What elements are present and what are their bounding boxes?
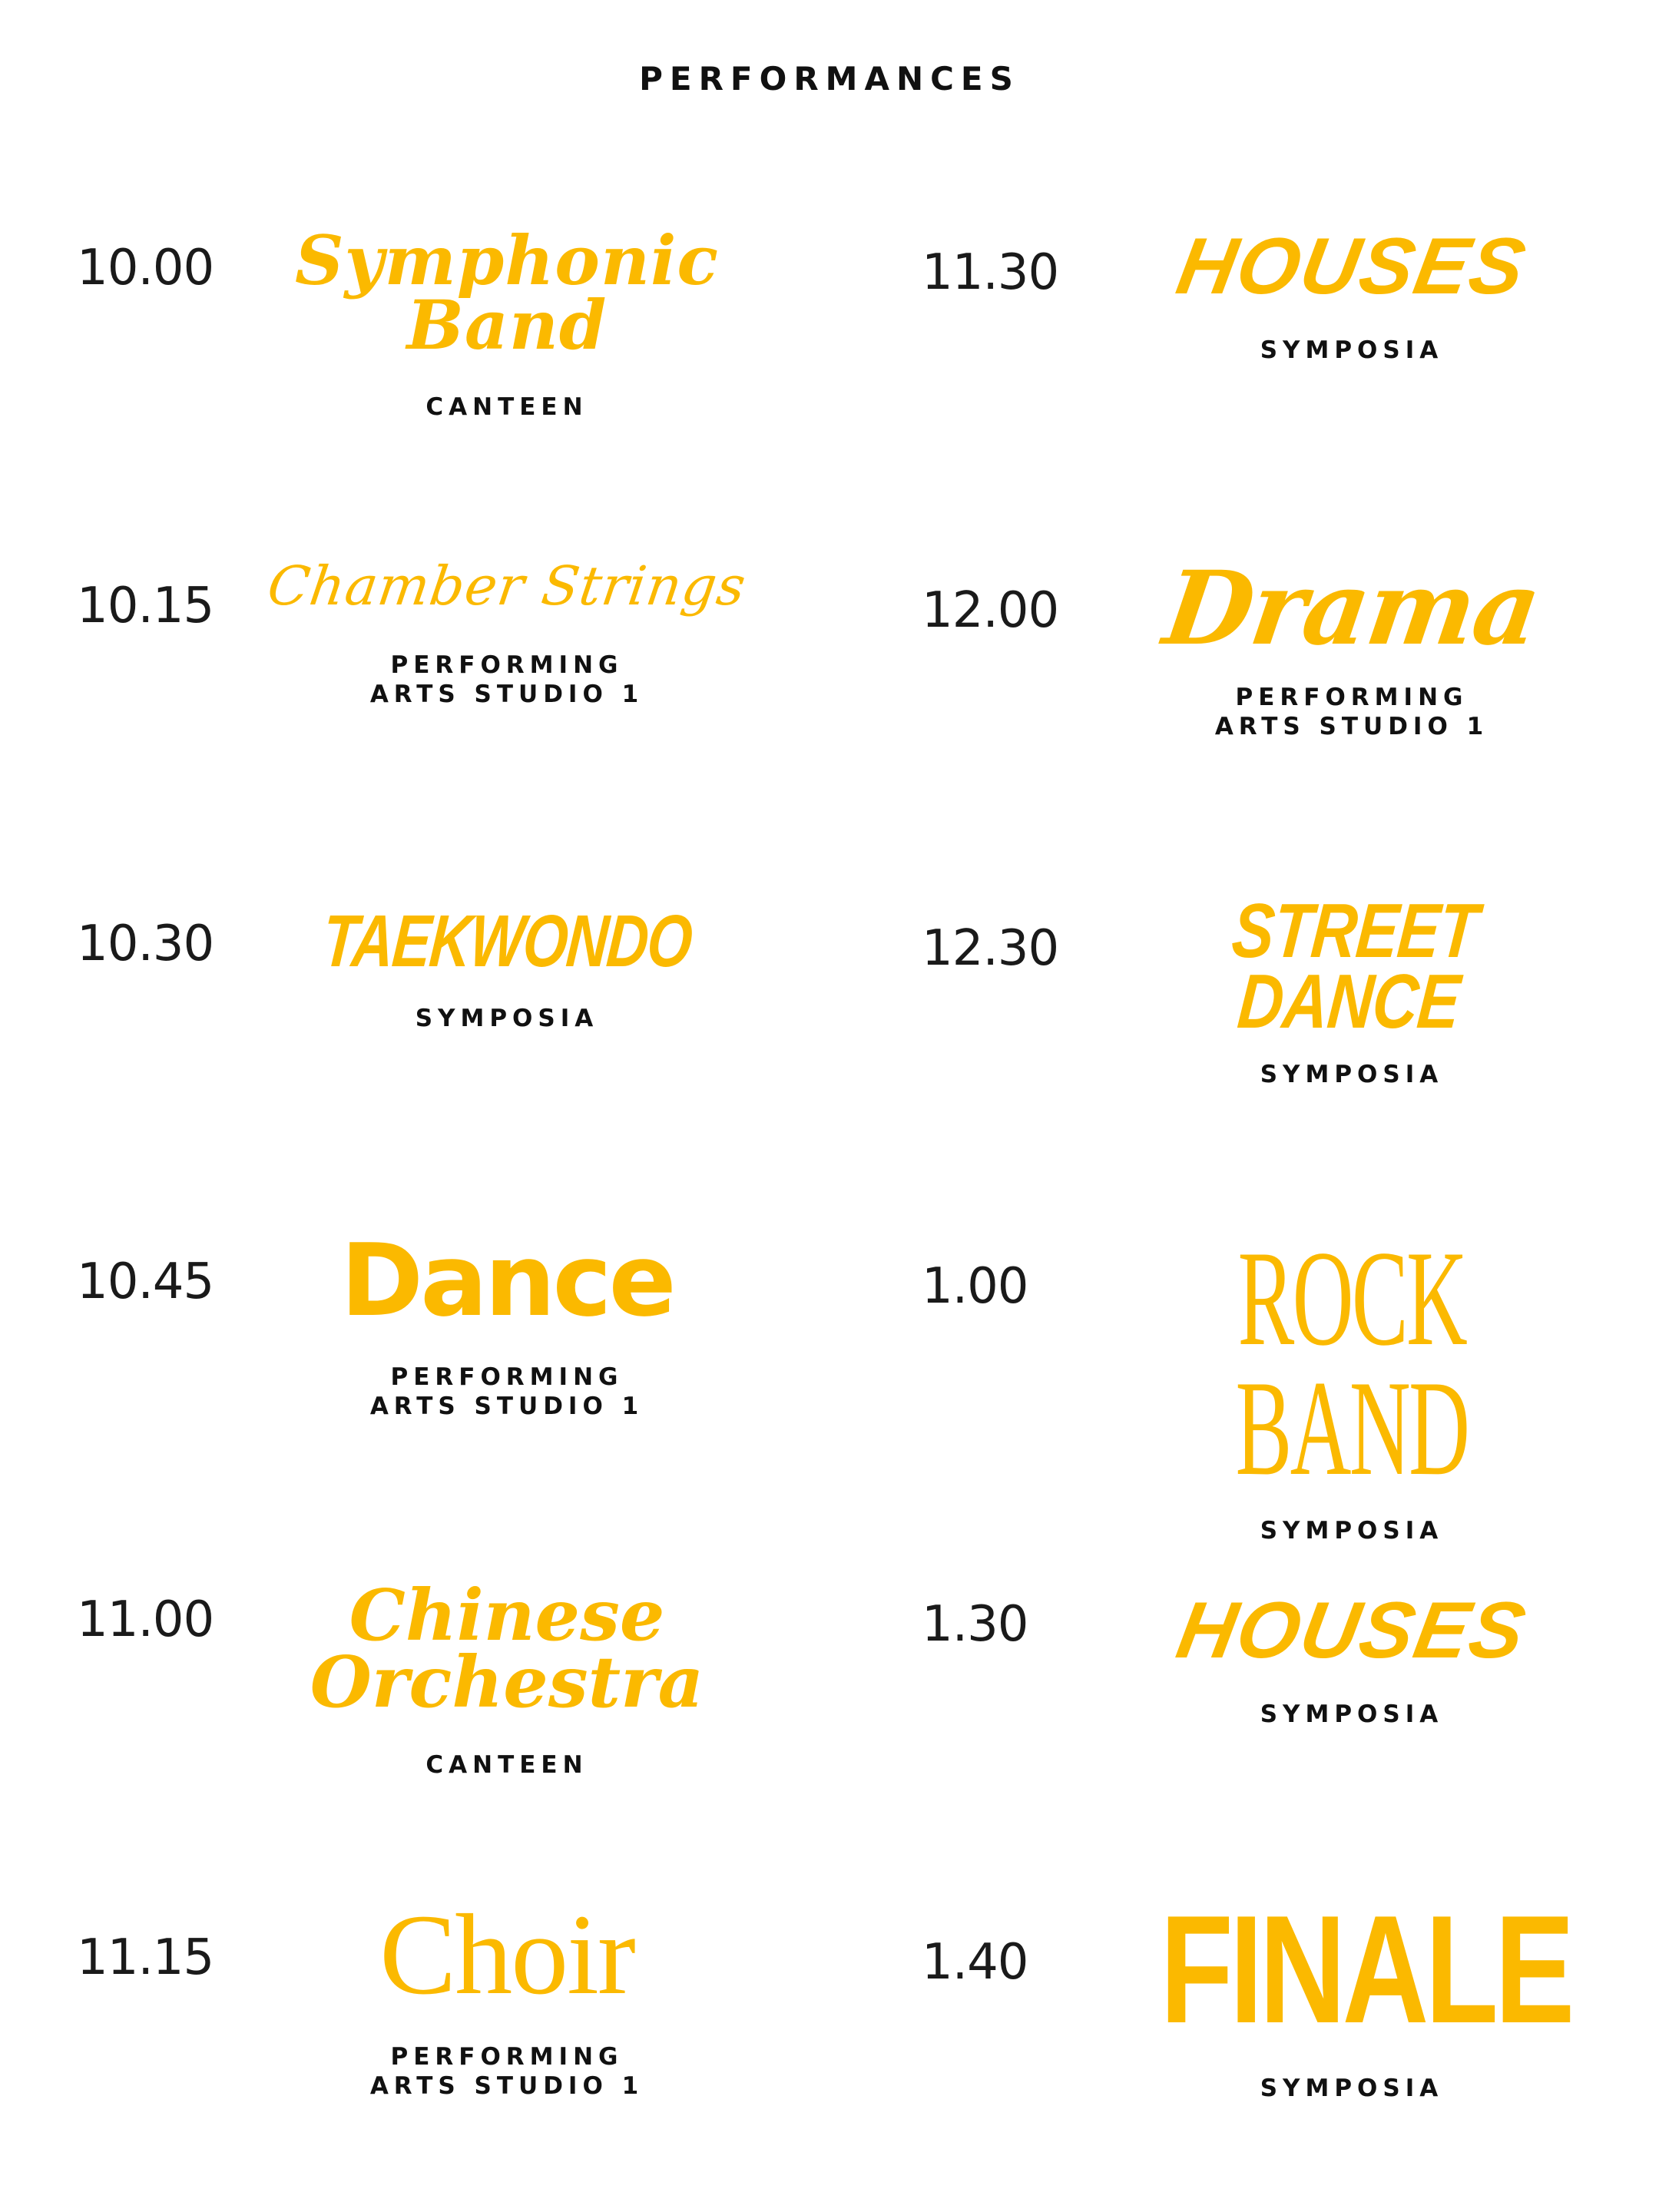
event-title: HOUSES <box>1171 222 1533 311</box>
entry-time: 1.40 <box>922 1934 1028 1991</box>
event-venue: CANTEEN <box>426 1750 588 1779</box>
event-venue: PERFORMING ARTS STUDIO 1 <box>369 1363 644 1420</box>
event-title: Drama <box>1157 549 1547 668</box>
entry-time: 10.15 <box>77 578 214 634</box>
event-venue: CANTEEN <box>426 393 588 422</box>
event-venue: PERFORMING ARTS STUDIO 1 <box>369 651 644 708</box>
entry-event: HOUSES SYMPOSIA <box>1106 222 1598 365</box>
entry-time: 11.30 <box>922 244 1059 301</box>
entry-time: 10.00 <box>77 240 214 296</box>
entry-event: Chamber Strings PERFORMING ARTS STUDIO 1 <box>261 555 753 709</box>
entry-event: STREET DANCE SYMPOSIA <box>1106 888 1598 1089</box>
event-venue: SYMPOSIA <box>1260 1061 1444 1088</box>
event-venue: PERFORMING ARTS STUDIO 1 <box>369 2042 644 2100</box>
event-venue: SYMPOSIA <box>1260 336 1444 364</box>
entry-time: 10.45 <box>77 1253 214 1310</box>
event-venue: PERFORMING ARTS STUDIO 1 <box>1214 684 1489 741</box>
entry-time: 11.00 <box>77 1591 214 1648</box>
event-title: ROCK BAND <box>1235 1222 1470 1505</box>
entry-event: Chinese Orchestra CANTEEN <box>261 1574 753 1780</box>
event-title: HOUSES <box>1171 1586 1533 1675</box>
event-title: FINALE <box>1160 1884 1575 2055</box>
event-title: TAEKWONDO <box>319 900 695 982</box>
event-venue: SYMPOSIA <box>1260 2075 1444 2102</box>
entry-event: Choir PERFORMING ARTS STUDIO 1 <box>261 1891 753 2101</box>
event-venue: SYMPOSIA <box>1260 1700 1444 1728</box>
entry-event: ROCK BAND SYMPOSIA <box>1106 1222 1598 1545</box>
event-title: STREET DANCE <box>1228 888 1482 1045</box>
entry-event: HOUSES SYMPOSIA <box>1106 1586 1598 1729</box>
event-title: Dance <box>340 1222 676 1339</box>
entry-event: FINALE SYMPOSIA <box>1106 1884 1598 2103</box>
event-title: Chamber Strings <box>263 555 750 618</box>
entry-event: Drama PERFORMING ARTS STUDIO 1 <box>1106 549 1598 741</box>
entry-event: TAEKWONDO SYMPOSIA <box>261 900 753 1033</box>
entry-event: Dance PERFORMING ARTS STUDIO 1 <box>261 1222 753 1421</box>
event-title: Symphonic Band <box>295 220 719 365</box>
event-venue: SYMPOSIA <box>415 1005 599 1033</box>
entry-time: 1.30 <box>922 1596 1028 1653</box>
entry-time: 12.30 <box>922 920 1059 977</box>
entry-time: 11.15 <box>77 1929 214 1986</box>
entry-time: 10.30 <box>77 916 214 972</box>
entry-time: 1.00 <box>922 1258 1028 1315</box>
entry-event: Symphonic Band CANTEEN <box>261 220 753 422</box>
event-venue: SYMPOSIA <box>1260 1517 1444 1545</box>
event-title: Chinese Orchestra <box>310 1574 704 1724</box>
event-title: Choir <box>379 1891 636 2018</box>
page-title: PERFORMANCES <box>639 60 1020 98</box>
entry-time: 12.00 <box>922 582 1059 639</box>
